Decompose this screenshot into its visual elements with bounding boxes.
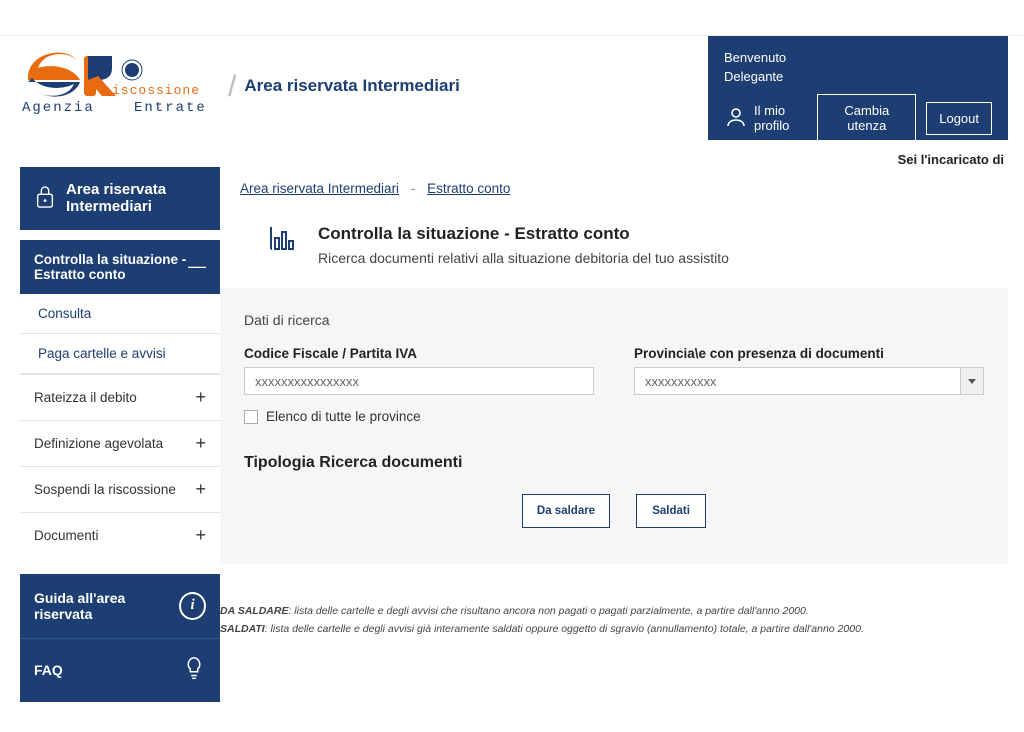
expand-icon: + bbox=[195, 525, 206, 546]
my-profile-label: Il mio profilo bbox=[754, 103, 807, 133]
sidebar-item-label: Consulta bbox=[38, 306, 91, 321]
province-dropdown-toggle[interactable] bbox=[960, 367, 984, 395]
user-role: Delegante bbox=[724, 69, 992, 84]
main-area: Area riservata Intermediari - Estratto c… bbox=[240, 175, 1024, 640]
lock-icon bbox=[34, 183, 56, 214]
top-decor-strip bbox=[0, 0, 1024, 36]
breadcrumb-separator: - bbox=[411, 181, 416, 196]
da-saldare-button[interactable]: Da saldare bbox=[522, 494, 610, 528]
svg-text:Entrate: Entrate bbox=[134, 100, 207, 116]
panel-label: Dati di ricerca bbox=[244, 312, 984, 328]
saldati-button[interactable]: Saldati bbox=[636, 494, 706, 528]
all-provinces-label: Elenco di tutte le province bbox=[266, 409, 421, 424]
sidebar-faq-label: FAQ bbox=[34, 662, 63, 678]
breadcrumb-root[interactable]: Area riservata Intermediari bbox=[240, 181, 399, 196]
sidebar-sub-consulta[interactable]: Consulta bbox=[20, 294, 220, 334]
breadcrumb-current[interactable]: Estratto conto bbox=[427, 181, 510, 196]
sidebar-item-definizione[interactable]: Definizione agevolata + bbox=[20, 420, 220, 466]
svg-text:iscossione: iscossione bbox=[112, 83, 200, 98]
sidebar-title-box: Area riservata Intermediari bbox=[20, 167, 220, 230]
svg-text:Agenzia: Agenzia bbox=[22, 100, 95, 116]
my-profile-link[interactable]: Il mio profilo bbox=[724, 103, 807, 133]
user-panel: Benvenuto Delegante Il mio profilo Cambi… bbox=[708, 36, 1008, 140]
page-name: Area riservata Intermediari bbox=[244, 76, 459, 96]
sidebar-guide-link[interactable]: Guida all'area riservata i bbox=[20, 574, 220, 638]
logout-button[interactable]: Logout bbox=[926, 102, 992, 135]
sidebar-item-label: Sospendi la riscossione bbox=[34, 482, 176, 497]
sidebar-item-label: Paga cartelle e avvisi bbox=[38, 346, 166, 361]
province-select[interactable] bbox=[634, 367, 960, 395]
person-icon bbox=[724, 105, 748, 132]
note-da-saldare-body: : lista delle cartelle e degli avvisi ch… bbox=[288, 605, 808, 617]
sidebar-sub-paga[interactable]: Paga cartelle e avvisi bbox=[20, 334, 220, 374]
cf-label: Codice Fiscale / Partita IVA bbox=[244, 346, 594, 361]
sidebar-item-estratto-conto[interactable]: Controlla la situazione - Estratto conto… bbox=[20, 240, 220, 294]
page-title: Controlla la situazione - Estratto conto bbox=[318, 224, 729, 244]
page-subtitle: Ricerca documenti relativi alla situazio… bbox=[318, 250, 729, 266]
agenzia-entrate-riscossione-logo: iscossione Agenzia Entrate bbox=[22, 46, 220, 116]
sidebar-item-label: Controlla la situazione - Estratto conto bbox=[34, 252, 188, 282]
collapse-icon: — bbox=[188, 256, 206, 277]
sidebar-item-rateizza[interactable]: Rateizza il debito + bbox=[20, 374, 220, 420]
sidebar: Area riservata Intermediari Controlla la… bbox=[20, 167, 220, 702]
bar-chart-icon bbox=[268, 224, 296, 266]
cf-input[interactable] bbox=[244, 367, 594, 395]
search-panel: Dati di ricerca Codice Fiscale / Partita… bbox=[220, 288, 1008, 564]
footnotes: DA SALDARE: lista delle cartelle e degli… bbox=[220, 604, 1008, 638]
header-band: iscossione Agenzia Entrate / Area riserv… bbox=[0, 36, 1024, 140]
sidebar-item-label: Documenti bbox=[34, 528, 99, 543]
sidebar-item-label: Rateizza il debito bbox=[34, 390, 137, 405]
breadcrumb: Area riservata Intermediari - Estratto c… bbox=[240, 181, 1008, 196]
info-icon: i bbox=[179, 592, 206, 620]
province-label: Provincia\e con presenza di documenti bbox=[634, 346, 984, 361]
sidebar-title: Area riservata Intermediari bbox=[66, 181, 206, 216]
note-da-saldare-head: DA SALDARE bbox=[220, 605, 288, 617]
sidebar-item-sospendi[interactable]: Sospendi la riscossione + bbox=[20, 466, 220, 512]
lightbulb-icon bbox=[182, 655, 206, 686]
change-user-button[interactable]: Cambia utenza bbox=[817, 94, 916, 142]
tipologia-heading: Tipologia Ricerca documenti bbox=[244, 454, 984, 472]
sidebar-item-label: Definizione agevolata bbox=[34, 436, 163, 451]
welcome-text: Benvenuto bbox=[724, 50, 992, 65]
expand-icon: + bbox=[195, 387, 206, 408]
sidebar-item-documenti[interactable]: Documenti + bbox=[20, 512, 220, 558]
all-provinces-checkbox[interactable] bbox=[244, 410, 258, 424]
expand-icon: + bbox=[195, 479, 206, 500]
sidebar-guide-label: Guida all'area riservata bbox=[34, 590, 179, 622]
header-divider: / bbox=[228, 70, 236, 104]
sidebar-help-block: Guida all'area riservata i FAQ bbox=[20, 574, 220, 702]
sidebar-faq-link[interactable]: FAQ bbox=[20, 638, 220, 702]
expand-icon: + bbox=[195, 433, 206, 454]
